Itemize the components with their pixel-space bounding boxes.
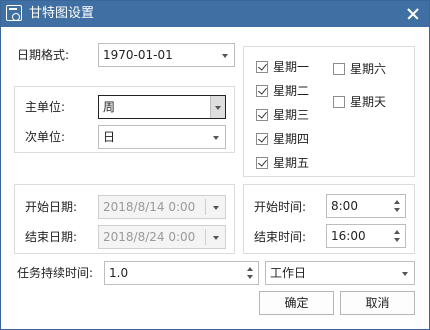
- weekday-label: 星期一: [273, 60, 310, 74]
- chevron-down-icon: [213, 206, 219, 210]
- major-unit-label: 主单位:: [25, 100, 66, 114]
- start-date-picker[interactable]: 2018/8/14 0:00: [98, 195, 226, 219]
- duration-unit-value: 工作日: [270, 266, 307, 280]
- weekday-checkbox[interactable]: 星期六: [333, 61, 403, 77]
- close-icon[interactable]: [403, 4, 423, 24]
- spin-down-icon[interactable]: [247, 275, 253, 279]
- start-time-label: 开始时间:: [254, 200, 307, 214]
- major-unit-value: 周: [103, 100, 116, 114]
- weekday-checkbox-box[interactable]: [256, 133, 268, 145]
- weekday-label: 星期二: [273, 84, 310, 98]
- weekday-label: 星期天: [350, 95, 387, 109]
- chevron-down-icon: [213, 136, 219, 140]
- weekday-label: 星期六: [350, 62, 387, 76]
- duration-spinbox[interactable]: 1.0: [104, 261, 259, 285]
- divider: [205, 199, 206, 215]
- duration-label: 任务持续时间:: [17, 266, 94, 280]
- weekday-checkbox-box[interactable]: [256, 157, 268, 169]
- start-date-label: 开始日期:: [25, 200, 78, 214]
- date-format-label: 日期格式:: [17, 48, 70, 62]
- window-title: 甘特图设置: [29, 6, 95, 21]
- spin-down-icon[interactable]: [394, 208, 400, 212]
- chevron-down-icon: [215, 106, 221, 110]
- chevron-down-icon: [222, 54, 228, 58]
- start-time-spinbox[interactable]: 8:00: [326, 194, 406, 218]
- weekday-checkbox-box[interactable]: [256, 109, 268, 121]
- chevron-down-icon: [402, 272, 408, 276]
- duration-value: 1.0: [109, 266, 129, 280]
- end-time-label: 结束时间:: [254, 230, 307, 244]
- spin-up-icon[interactable]: [394, 200, 400, 204]
- weekday-checkbox[interactable]: 星期四: [256, 131, 326, 147]
- spin-down-icon[interactable]: [394, 238, 400, 242]
- weekday-label: 星期五: [273, 156, 310, 170]
- cancel-button[interactable]: 取消: [340, 291, 415, 315]
- weekday-label: 星期三: [273, 108, 310, 122]
- minor-unit-label: 次单位:: [25, 130, 66, 144]
- gantt-settings-icon: [6, 5, 22, 21]
- major-unit-select[interactable]: 周: [98, 95, 226, 119]
- minor-unit-value: 日: [103, 130, 116, 144]
- weekday-checkbox-box[interactable]: [256, 85, 268, 97]
- date-format-select[interactable]: 1970-01-01: [98, 43, 235, 67]
- divider: [205, 229, 206, 245]
- spin-up-icon[interactable]: [247, 267, 253, 271]
- weekday-checkbox[interactable]: 星期二: [256, 83, 326, 99]
- ok-button[interactable]: 确定: [259, 291, 334, 315]
- start-date-value: 2018/8/14 0:00: [103, 200, 196, 214]
- weekday-checkbox[interactable]: 星期天: [333, 94, 403, 110]
- end-time-value: 16:00: [331, 229, 366, 243]
- weekday-label: 星期四: [273, 132, 310, 146]
- title-bar[interactable]: 甘特图设置: [1, 1, 429, 27]
- major-unit-dropdown-button[interactable]: [210, 96, 225, 118]
- spin-up-icon[interactable]: [394, 230, 400, 234]
- chevron-down-icon: [213, 236, 219, 240]
- weekday-checkbox-box[interactable]: [333, 63, 345, 75]
- end-date-value: 2018/8/24 0:00: [103, 230, 196, 244]
- weekday-checkbox[interactable]: 星期三: [256, 107, 326, 123]
- weekday-checkbox[interactable]: 星期一: [256, 59, 326, 75]
- weekday-checkbox[interactable]: 星期五: [256, 155, 326, 171]
- duration-unit-select[interactable]: 工作日: [265, 261, 415, 285]
- date-format-value: 1970-01-01: [103, 48, 173, 62]
- end-date-label: 结束日期:: [25, 230, 78, 244]
- minor-unit-select[interactable]: 日: [98, 125, 226, 149]
- end-time-spinbox[interactable]: 16:00: [326, 224, 406, 248]
- weekday-checkbox-box[interactable]: [256, 61, 268, 73]
- gantt-settings-dialog: 甘特图设置 日期格式: 1970-01-01 主单位: 周 次单位: 日 星期一…: [0, 0, 430, 330]
- start-time-value: 8:00: [331, 199, 358, 213]
- end-date-picker[interactable]: 2018/8/24 0:00: [98, 225, 226, 249]
- weekday-checkbox-box[interactable]: [333, 96, 345, 108]
